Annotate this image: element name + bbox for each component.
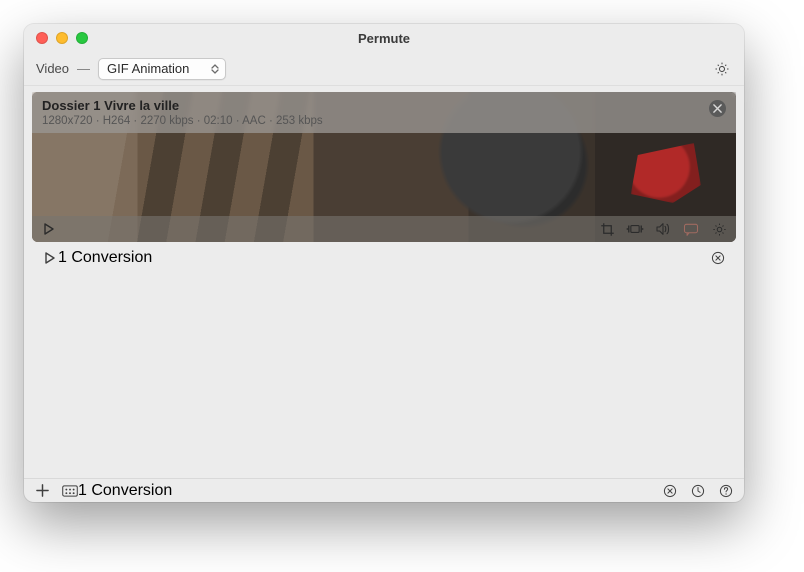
cancel-all-button[interactable]	[662, 483, 678, 499]
footer-status-label: 1 Conversion	[78, 482, 172, 500]
help-icon	[719, 484, 733, 498]
help-button[interactable]	[718, 483, 734, 499]
add-button[interactable]	[34, 483, 50, 499]
item-toolbar	[32, 216, 736, 242]
crop-button[interactable]	[598, 220, 616, 238]
play-item-button[interactable]	[40, 220, 58, 238]
gear-icon	[712, 222, 727, 237]
clear-queue-button[interactable]	[710, 250, 726, 266]
item-settings-button[interactable]	[710, 220, 728, 238]
preset-select[interactable]: GIF Animation	[98, 58, 226, 80]
select-stepper-icon	[211, 64, 219, 74]
preset-grid-icon	[62, 485, 78, 497]
window-close-button[interactable]	[36, 32, 48, 44]
remove-item-button[interactable]	[709, 100, 726, 117]
conversion-item[interactable]: Dossier 1 Vivre la ville 1280x720 · H264…	[32, 92, 736, 242]
window-title: Permute	[24, 31, 744, 46]
presets-button[interactable]	[62, 483, 78, 499]
app-window: Permute Video — GIF Animation Dossier 1 …	[24, 24, 744, 502]
media-type-label: Video	[36, 61, 69, 76]
clock-icon	[691, 484, 705, 498]
circle-x-icon	[711, 251, 725, 265]
volume-button[interactable]	[654, 220, 672, 238]
play-icon	[43, 223, 55, 235]
circle-x-icon	[663, 484, 677, 498]
play-icon	[44, 252, 56, 264]
gear-icon	[714, 61, 730, 77]
queue-status-label: 1 Conversion	[58, 249, 152, 267]
plus-icon	[36, 484, 49, 497]
subtitles-button[interactable]	[682, 220, 700, 238]
play-all-button[interactable]	[42, 250, 58, 266]
footer-bar: 1 Conversion	[24, 478, 744, 502]
queue-status-row: 1 Conversion	[32, 246, 736, 270]
separator-dash: —	[77, 61, 90, 76]
subtitle-icon	[683, 223, 699, 236]
traffic-lights	[24, 32, 88, 44]
history-button[interactable]	[690, 483, 706, 499]
speaker-icon	[655, 222, 671, 236]
trim-button[interactable]	[626, 220, 644, 238]
item-header: Dossier 1 Vivre la ville 1280x720 · H264…	[32, 92, 736, 133]
trim-icon	[626, 222, 644, 236]
item-meta: 1280x720 · H264 · 2270 kbps · 02:10 · AA…	[42, 115, 726, 127]
window-zoom-button[interactable]	[76, 32, 88, 44]
titlebar: Permute	[24, 24, 744, 52]
settings-button[interactable]	[712, 59, 732, 79]
close-icon	[713, 104, 722, 113]
crop-icon	[600, 222, 615, 237]
content-area: Dossier 1 Vivre la ville 1280x720 · H264…	[24, 86, 744, 478]
preset-selected-value: GIF Animation	[107, 61, 189, 76]
item-title: Dossier 1 Vivre la ville	[42, 98, 726, 113]
format-bar: Video — GIF Animation	[24, 52, 744, 86]
window-minimize-button[interactable]	[56, 32, 68, 44]
